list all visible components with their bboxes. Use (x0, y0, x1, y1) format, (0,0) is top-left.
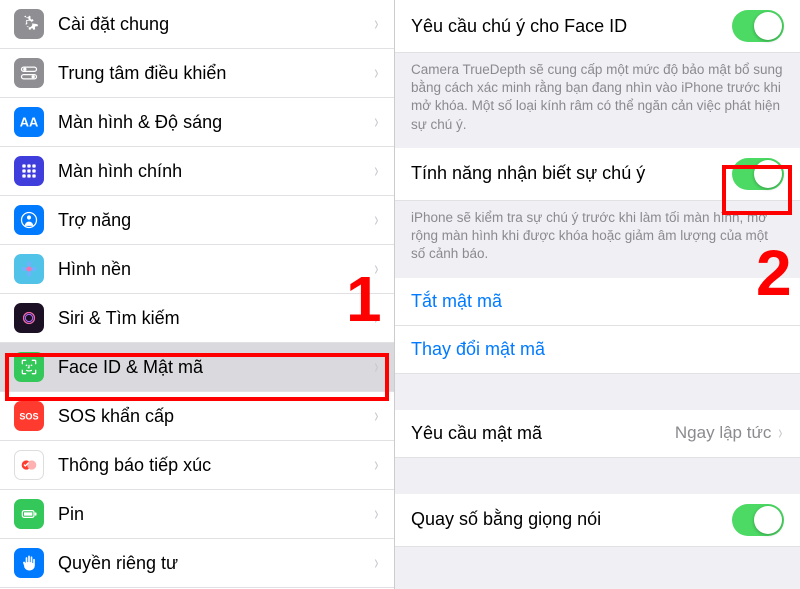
siri-icon (14, 303, 44, 333)
sidebar-item-face[interactable]: Face ID & Mật mã› (0, 343, 394, 392)
change-passcode-button[interactable]: Thay đổi mật mã (395, 326, 800, 374)
turn-off-passcode-button[interactable]: Tắt mật mã (395, 278, 800, 326)
sidebar-item-flower[interactable]: Hình nền› (0, 245, 394, 294)
sidebar-item-label: Cài đặt chung (58, 14, 373, 35)
attention-aware-label: Tính năng nhận biết sự chú ý (411, 163, 732, 184)
hand-icon (14, 548, 44, 578)
require-passcode-label: Yêu cầu mật mã (411, 423, 675, 444)
sidebar-item-siri[interactable]: Siri & Tìm kiếm› (0, 294, 394, 343)
chevron-right-icon: › (375, 405, 379, 428)
sidebar-item-label: Trợ năng (58, 210, 373, 231)
sidebar-item-exposure[interactable]: Thông báo tiếp xúc› (0, 441, 394, 490)
person-icon (14, 205, 44, 235)
require-passcode-row[interactable]: Yêu cầu mật mã Ngay lập tức › (395, 410, 800, 458)
sidebar-item-label: Pin (58, 504, 373, 525)
flower-icon (14, 254, 44, 284)
sidebar-item-label: Hình nền (58, 259, 373, 280)
sidebar-item-gear[interactable]: Cài đặt chung› (0, 0, 394, 49)
sidebar-item-label: Siri & Tìm kiếm (58, 308, 373, 329)
annotation-number-2: 2 (756, 236, 792, 310)
grid-icon (14, 156, 44, 186)
sidebar-item-hand[interactable]: Quyền riêng tư› (0, 539, 394, 588)
faceid-passcode-detail: Yêu cầu chú ý cho Face ID Camera TrueDep… (395, 0, 800, 589)
voice-dial-row[interactable]: Quay số bằng giọng nói (395, 494, 800, 547)
battery-icon (14, 499, 44, 529)
annotation-number-1: 1 (346, 262, 382, 336)
exposure-icon (14, 450, 44, 480)
sidebar-item-aa[interactable]: AA Màn hình & Độ sáng› (0, 98, 394, 147)
sidebar-item-battery[interactable]: Pin› (0, 490, 394, 539)
chevron-right-icon: › (375, 454, 379, 477)
attention-aware-desc: iPhone sẽ kiểm tra sự chú ý trước khi là… (395, 201, 800, 278)
chevron-right-icon: › (375, 209, 379, 232)
settings-sidebar: Cài đặt chung›Trung tâm điều khiển›AAMàn… (0, 0, 395, 589)
section-gap (395, 458, 800, 494)
sidebar-item-label: Quyền riêng tư (58, 553, 373, 574)
face-icon (14, 352, 44, 382)
sidebar-item-label: SOS khẩn cấp (58, 406, 373, 427)
attention-faceid-desc: Camera TrueDepth sẽ cung cấp một mức độ … (395, 53, 800, 148)
attention-faceid-row[interactable]: Yêu cầu chú ý cho Face ID (395, 0, 800, 53)
sidebar-item-person[interactable]: Trợ năng› (0, 196, 394, 245)
attention-faceid-label: Yêu cầu chú ý cho Face ID (411, 16, 732, 37)
chevron-right-icon: › (375, 552, 379, 575)
aa-icon: AA (14, 107, 44, 137)
sidebar-item-label: Thông báo tiếp xúc (58, 455, 373, 476)
switches-icon (14, 58, 44, 88)
voice-dial-toggle[interactable] (732, 504, 784, 536)
svg-text:AA: AA (20, 115, 39, 130)
require-passcode-value: Ngay lập tức (675, 423, 771, 443)
sidebar-item-label: Màn hình & Độ sáng (58, 112, 373, 133)
chevron-right-icon: › (375, 111, 379, 134)
voice-dial-label: Quay số bằng giọng nói (411, 509, 732, 530)
chevron-right-icon: › (779, 422, 783, 445)
chevron-right-icon: › (375, 62, 379, 85)
sidebar-item-label: Face ID & Mật mã (58, 357, 373, 378)
sidebar-item-label: Trung tâm điều khiển (58, 63, 373, 84)
chevron-right-icon: › (375, 356, 379, 379)
chevron-right-icon: › (375, 503, 379, 526)
sos-icon: SOS (14, 401, 44, 431)
gear-icon (14, 9, 44, 39)
sidebar-item-sos[interactable]: SOS SOS khẩn cấp› (0, 392, 394, 441)
sidebar-item-label: Màn hình chính (58, 161, 373, 182)
attention-faceid-toggle[interactable] (732, 10, 784, 42)
chevron-right-icon: › (375, 13, 379, 36)
chevron-right-icon: › (375, 160, 379, 183)
attention-aware-toggle[interactable] (732, 158, 784, 190)
sidebar-item-grid[interactable]: Màn hình chính› (0, 147, 394, 196)
section-gap (395, 374, 800, 410)
sidebar-item-switches[interactable]: Trung tâm điều khiển› (0, 49, 394, 98)
attention-aware-row[interactable]: Tính năng nhận biết sự chú ý (395, 148, 800, 201)
svg-text:SOS: SOS (19, 412, 38, 422)
